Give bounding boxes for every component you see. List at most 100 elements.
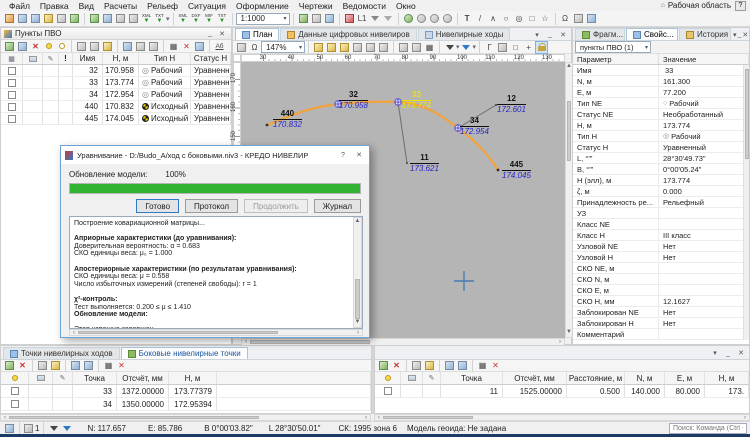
- bulb-column-icon[interactable]: [375, 372, 401, 384]
- row-checkbox[interactable]: [11, 400, 19, 408]
- close-project-icon[interactable]: [55, 12, 68, 25]
- property-row[interactable]: Комментарий: [573, 329, 749, 340]
- dialog-titlebar[interactable]: Уравнивание - D:/Budo_A/ход с боковыми.n…: [61, 146, 369, 164]
- find-next-icon[interactable]: [82, 359, 95, 372]
- add-row-icon[interactable]: [3, 359, 16, 372]
- tab-list-button[interactable]: ▾: [733, 29, 737, 40]
- filter-selection-dropdown-icon[interactable]: ▾: [473, 43, 477, 51]
- flag-filter2-icon[interactable]: [382, 12, 395, 25]
- property-row[interactable]: Статус HУравненный: [573, 142, 749, 153]
- menu-file[interactable]: Файл: [4, 1, 35, 11]
- property-row[interactable]: Заблокирован NEНет: [573, 307, 749, 318]
- delete-point-icon[interactable]: ✕: [29, 40, 42, 53]
- scale-select[interactable]: 1:1000▾: [236, 13, 290, 25]
- col-distance[interactable]: Расстояние, м: [567, 372, 625, 384]
- table-settings-icon[interactable]: ✕: [489, 359, 502, 372]
- paste-icon[interactable]: [49, 359, 62, 372]
- table-columns-icon[interactable]: ▦: [102, 359, 115, 372]
- minimize-button[interactable]: _: [204, 28, 216, 39]
- row-checkbox[interactable]: [8, 91, 16, 99]
- find-icon[interactable]: [443, 359, 456, 372]
- property-row[interactable]: Принадлежность ре...Рельефный: [573, 197, 749, 208]
- save-icon[interactable]: [16, 12, 29, 25]
- col-reading[interactable]: Отсчёт, мм: [503, 372, 567, 384]
- menu-relief[interactable]: Рельеф: [142, 1, 183, 11]
- tab-digital-levels[interactable]: Данные цифровых нивелиров: [280, 28, 416, 40]
- bottom-left-hscrollbar[interactable]: ‹›: [0, 414, 371, 421]
- font-icon[interactable]: Аб: [213, 40, 226, 53]
- table-row[interactable]: 34 1350.00000 172.95394: [1, 398, 371, 411]
- property-row[interactable]: L, °'"28°30'49.73": [573, 153, 749, 164]
- point-label-11[interactable]: 11173.621: [410, 154, 439, 173]
- property-row[interactable]: N, м161.300: [573, 76, 749, 87]
- property-row[interactable]: ζ, м0.000: [573, 186, 749, 197]
- clear-selection-icon[interactable]: [147, 40, 160, 53]
- zoom-selection-icon[interactable]: [410, 41, 423, 54]
- layers-icon[interactable]: ▦: [423, 41, 436, 54]
- delete-row-icon[interactable]: ✕: [16, 359, 29, 372]
- row-checkbox[interactable]: [8, 67, 16, 75]
- lock-icon[interactable]: [535, 41, 548, 54]
- table-settings-icon[interactable]: ✕: [180, 40, 193, 53]
- col-parameter[interactable]: Параметр: [573, 54, 659, 64]
- rect-tool-icon[interactable]: □: [526, 12, 539, 25]
- export-xml-icon[interactable]: XML▼: [177, 12, 190, 25]
- done-button[interactable]: Готово: [136, 199, 179, 213]
- insert-point-icon[interactable]: [16, 40, 29, 53]
- point-label-440[interactable]: 440170.832: [273, 110, 302, 129]
- menu-reports[interactable]: Ведомости: [338, 1, 391, 11]
- attachment-column-icon[interactable]: ✎: [423, 372, 441, 384]
- table-row[interactable]: 32 170.958 ◎Рабочий Уравненный: [1, 65, 231, 77]
- property-row[interactable]: Имя33: [573, 65, 749, 76]
- attachment-column-icon[interactable]: ✎: [53, 372, 73, 384]
- dialog-close-button[interactable]: ✕: [353, 150, 365, 161]
- zoom-out-icon[interactable]: [364, 41, 377, 54]
- status-filter-icon[interactable]: [47, 422, 60, 435]
- col-status[interactable]: Статус Н: [191, 53, 231, 64]
- frame-select-icon[interactable]: □: [509, 41, 522, 54]
- tab-plan[interactable]: План: [235, 28, 279, 40]
- report-icon[interactable]: [3, 422, 16, 435]
- copy-icon[interactable]: [75, 40, 88, 53]
- journal-button[interactable]: Журнал: [314, 199, 361, 213]
- polyline-tool-icon[interactable]: ∧: [487, 12, 500, 25]
- col-reading[interactable]: Отсчёт, мм: [117, 372, 169, 384]
- table-form-icon[interactable]: [193, 40, 206, 53]
- import-fragment-icon[interactable]: [114, 12, 127, 25]
- dialog-help-button[interactable]: ?: [337, 150, 349, 161]
- minimize-button[interactable]: _: [722, 348, 734, 359]
- col-point[interactable]: Точка: [441, 372, 503, 384]
- property-row[interactable]: Класс NE: [573, 219, 749, 230]
- minimize-button[interactable]: _: [544, 29, 556, 40]
- attachment-column-icon[interactable]: ✎: [43, 53, 59, 64]
- table-columns-icon[interactable]: ▦: [167, 40, 180, 53]
- import-txt-icon[interactable]: TXT▼: [153, 12, 166, 25]
- minimize-button[interactable]: _: [738, 29, 742, 40]
- pan-icon[interactable]: [312, 41, 325, 54]
- select-lasso-icon[interactable]: Ω: [248, 41, 261, 54]
- col-name[interactable]: Имя: [73, 53, 103, 64]
- help-button[interactable]: ?: [735, 1, 746, 11]
- close-button[interactable]: ✕: [742, 29, 748, 40]
- property-row[interactable]: H (элл), м173.774: [573, 175, 749, 186]
- row-checkbox[interactable]: [11, 387, 19, 395]
- property-row[interactable]: Узловой HНет: [573, 252, 749, 263]
- circle-tool-icon[interactable]: ◎: [513, 12, 526, 25]
- zoom-select[interactable]: 147%▾: [261, 41, 305, 53]
- cut-icon[interactable]: [88, 40, 101, 53]
- property-row[interactable]: УЗ: [573, 208, 749, 219]
- col-h[interactable]: Н, м: [705, 372, 749, 384]
- col-e[interactable]: E, м: [665, 372, 705, 384]
- row-checkbox[interactable]: [384, 387, 392, 395]
- find-next-icon[interactable]: [456, 359, 469, 372]
- close-button[interactable]: ✕: [735, 348, 747, 359]
- command-search-input[interactable]: [669, 423, 747, 434]
- import-xml-icon[interactable]: XML▼: [140, 12, 153, 25]
- pan-mode-icon[interactable]: [338, 41, 351, 54]
- bulb-column-icon[interactable]: [1, 372, 29, 384]
- toolbar-overflow-icon[interactable]: ▾: [166, 15, 170, 23]
- nav-back-icon[interactable]: [402, 12, 415, 25]
- zoom-window-icon[interactable]: [377, 41, 390, 54]
- menu-decoration[interactable]: Оформление: [231, 1, 294, 11]
- tab-run-points[interactable]: Точки нивелирных ходов: [3, 347, 120, 359]
